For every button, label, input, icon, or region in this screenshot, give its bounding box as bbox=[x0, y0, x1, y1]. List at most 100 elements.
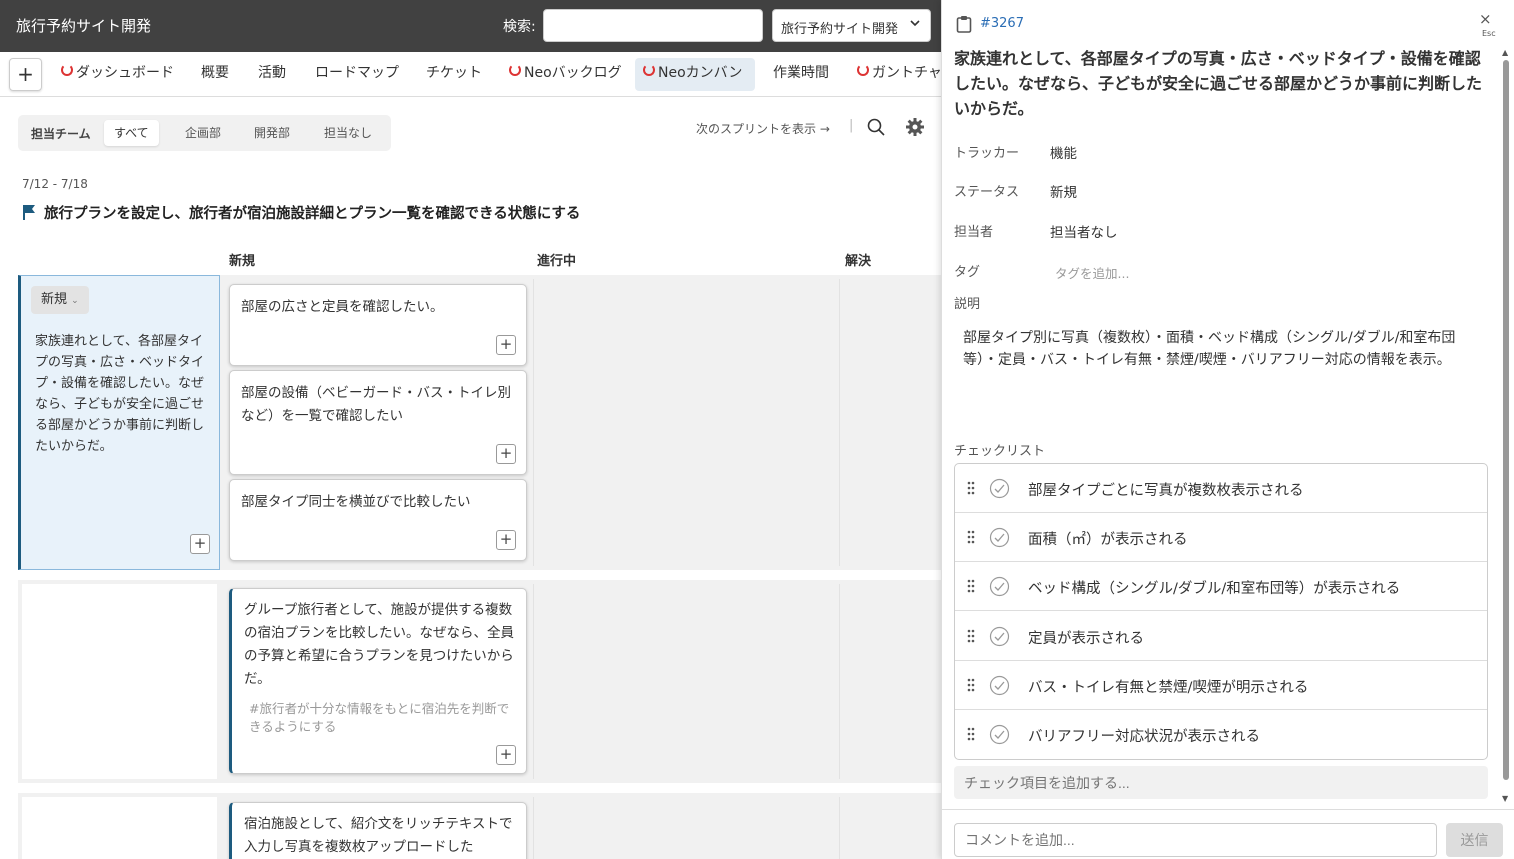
checklist-item[interactable]: ベッド構成（シングル/ダブル/和室布団等）が表示される bbox=[955, 562, 1487, 611]
check-circle-icon[interactable] bbox=[989, 675, 1010, 696]
field-label-assignee: 担当者 bbox=[954, 225, 994, 240]
gear-icon[interactable] bbox=[905, 117, 925, 137]
menu-item-tickets[interactable]: チケット bbox=[418, 58, 490, 91]
close-icon[interactable]: × bbox=[1479, 12, 1492, 27]
top-bar: 旅行予約サイト開発 検索: 旅行予約サイト開発 bbox=[0, 0, 941, 52]
send-button[interactable]: 送信 bbox=[1446, 823, 1503, 857]
field-value-status[interactable]: 新規 bbox=[1050, 181, 1077, 201]
ticket-detail-panel: #3267 × Esc 家族連れとして、各部屋タイプの写真・広さ・ベッドタイプ・… bbox=[941, 0, 1514, 859]
story-cell-empty[interactable] bbox=[22, 797, 217, 859]
field-value-tracker[interactable]: 機能 bbox=[1050, 142, 1077, 162]
checklist-item[interactable]: バリアフリー対応状況が表示される bbox=[955, 710, 1487, 759]
story-card-selected[interactable]: 新規 ⌄ 家族連れとして、各部屋タイプの写真・広さ・ベッドタイプ・設備を確認した… bbox=[18, 275, 220, 570]
story-card-text: グループ旅行者として、施設が提供する複数の宿泊プランを比較したい。なぜなら、全員… bbox=[244, 602, 514, 687]
menu-item-neo-kanban[interactable]: Neoカンバン bbox=[635, 58, 755, 91]
comment-footer: 送信 bbox=[942, 809, 1514, 859]
add-button[interactable]: + bbox=[9, 58, 42, 91]
column-header-new: 新規 bbox=[229, 254, 256, 269]
project-menu: + ダッシュボード 概要 活動 ロードマップ チケット Neoバックログ Neo… bbox=[0, 52, 941, 97]
drag-handle-icon[interactable] bbox=[967, 727, 975, 741]
menu-item-gantt[interactable]: ガントチャート bbox=[849, 58, 941, 91]
status-dropdown[interactable]: 新規 ⌄ bbox=[31, 286, 89, 314]
checklist-item[interactable]: バス・トイレ有無と禁煙/喫煙が明示される bbox=[955, 661, 1487, 710]
description-text[interactable]: 部屋タイプ別に写真（複数枚）・面積・ベッド構成（シングル/ダブル/和室布団等）・… bbox=[963, 327, 1483, 371]
flag-icon bbox=[22, 204, 36, 224]
lane-cell-in-progress[interactable] bbox=[533, 584, 840, 779]
filter-chip-development[interactable]: 開発部 bbox=[244, 120, 300, 146]
clipboard-icon bbox=[956, 15, 972, 33]
add-subtask-button[interactable]: + bbox=[496, 444, 516, 464]
checklist-label: チェックリスト bbox=[954, 444, 1046, 459]
filter-chip-all[interactable]: すべて bbox=[104, 120, 159, 146]
check-circle-icon[interactable] bbox=[989, 527, 1010, 548]
sprint-goal: 旅行プランを設定し、旅行者が宿泊施設詳細とプラン一覧を確認できる状態にする bbox=[22, 202, 580, 224]
search-label: 検索: bbox=[503, 19, 536, 35]
check-circle-icon[interactable] bbox=[989, 626, 1010, 647]
app-root: 旅行予約サイト開発 検索: 旅行予約サイト開発 + ダッシュボード 概要 活動 … bbox=[0, 0, 1514, 859]
project-select[interactable]: 旅行予約サイト開発 bbox=[772, 9, 931, 42]
menu-item-neo-backlog[interactable]: Neoバックログ bbox=[501, 58, 630, 91]
story-cell-empty[interactable] bbox=[22, 584, 217, 779]
checklist-item[interactable]: 面積（㎡）が表示される bbox=[955, 513, 1487, 562]
menu-item-activity[interactable]: 活動 bbox=[250, 58, 294, 91]
scrollbar-thumb[interactable] bbox=[1503, 60, 1509, 780]
field-label-tracker: トラッカー bbox=[954, 146, 1020, 161]
story-text: 家族連れとして、各部屋タイプの写真・広さ・ベッドタイプ・設備を確認したい。なぜな… bbox=[35, 334, 205, 454]
drag-handle-icon[interactable] bbox=[967, 678, 975, 692]
task-card[interactable]: 部屋の設備（ベビーガード・バス・トイレ別など）を一覧で確認したい + bbox=[229, 370, 527, 475]
menu-item-dashboard[interactable]: ダッシュボード bbox=[53, 58, 182, 91]
check-circle-icon[interactable] bbox=[989, 724, 1010, 745]
task-card[interactable]: 部屋の広さと定員を確認したい。 + bbox=[229, 284, 527, 366]
filter-chip-unassigned[interactable]: 担当なし bbox=[314, 120, 382, 146]
neo-icon bbox=[857, 64, 869, 76]
add-subtask-button[interactable]: + bbox=[496, 745, 516, 765]
next-sprint-link[interactable]: 次のスプリントを表示 → bbox=[696, 120, 830, 137]
story-card-text: 宿泊施設として、紹介文をリッチテキストで入力し写真を複数枚アップロードした bbox=[244, 816, 513, 855]
menu-item-time-tracking[interactable]: 作業時間 bbox=[765, 58, 837, 91]
team-filter-label: 担当チーム bbox=[31, 127, 91, 141]
checklist-item[interactable]: 部屋タイプごとに写真が複数枚表示される bbox=[955, 464, 1487, 513]
checklist-item-text: 定員が表示される bbox=[1028, 631, 1144, 647]
project-title: 旅行予約サイト開発 bbox=[16, 17, 152, 35]
story-card[interactable]: 宿泊施設として、紹介文をリッチテキストで入力し写真を複数枚アップロードした bbox=[229, 802, 527, 859]
scroll-down-icon[interactable]: ▼ bbox=[1502, 794, 1508, 803]
column-header-resolved: 解決 bbox=[845, 254, 872, 269]
task-card-text: 部屋タイプ同士を横並びで比較したい bbox=[241, 494, 471, 510]
scroll-up-icon[interactable]: ▲ bbox=[1502, 48, 1508, 57]
ticket-title[interactable]: 家族連れとして、各部屋タイプの写真・広さ・ベッドタイプ・設備を確認したい。なぜな… bbox=[954, 46, 1489, 121]
add-subtask-button[interactable]: + bbox=[496, 530, 516, 550]
drag-handle-icon[interactable] bbox=[967, 629, 975, 643]
field-label-tags: タグ bbox=[954, 265, 981, 280]
lane-cell-in-progress[interactable] bbox=[533, 279, 840, 566]
ticket-id-link[interactable]: #3267 bbox=[980, 16, 1024, 31]
task-card-text: 部屋の設備（ベビーガード・バス・トイレ別など）を一覧で確認したい bbox=[241, 385, 511, 424]
check-circle-icon[interactable] bbox=[989, 478, 1010, 499]
lane-cell-in-progress[interactable] bbox=[533, 797, 840, 859]
drag-handle-icon[interactable] bbox=[967, 530, 975, 544]
comment-input[interactable] bbox=[954, 823, 1437, 857]
divider: | bbox=[849, 118, 854, 133]
search-icon[interactable] bbox=[866, 117, 886, 137]
menu-item-roadmap[interactable]: ロードマップ bbox=[307, 58, 407, 91]
neo-icon bbox=[509, 64, 521, 76]
filter-chip-planning[interactable]: 企画部 bbox=[175, 120, 231, 146]
story-card-tag: #旅行者が十分な情報をもとに宿泊先を判断できるようにする bbox=[249, 701, 510, 734]
checklist-add-input[interactable] bbox=[954, 766, 1488, 799]
task-card[interactable]: 部屋タイプ同士を横並びで比較したい + bbox=[229, 479, 527, 561]
esc-hint: Esc bbox=[1482, 29, 1496, 38]
add-subtask-button[interactable]: + bbox=[496, 335, 516, 355]
tag-input[interactable]: タグを追加... bbox=[1055, 263, 1129, 282]
menu-item-overview[interactable]: 概要 bbox=[193, 58, 237, 91]
panel-scrollbar[interactable]: ▲ ▼ bbox=[1501, 48, 1510, 803]
story-card[interactable]: グループ旅行者として、施設が提供する複数の宿泊プランを比較したい。なぜなら、全員… bbox=[229, 588, 527, 774]
checklist-item[interactable]: 定員が表示される bbox=[955, 612, 1487, 661]
check-circle-icon[interactable] bbox=[989, 576, 1010, 597]
drag-handle-icon[interactable] bbox=[967, 481, 975, 495]
field-value-assignee[interactable]: 担当者なし bbox=[1050, 221, 1118, 241]
checklist-item-text: 部屋タイプごとに写真が複数枚表示される bbox=[1028, 483, 1304, 499]
drag-handle-icon[interactable] bbox=[967, 579, 975, 593]
checklist-item-text: ベッド構成（シングル/ダブル/和室布団等）が表示される bbox=[1028, 581, 1401, 597]
add-task-button[interactable]: + bbox=[190, 534, 210, 554]
search-input[interactable] bbox=[543, 9, 763, 42]
chevron-down-icon bbox=[910, 17, 920, 31]
